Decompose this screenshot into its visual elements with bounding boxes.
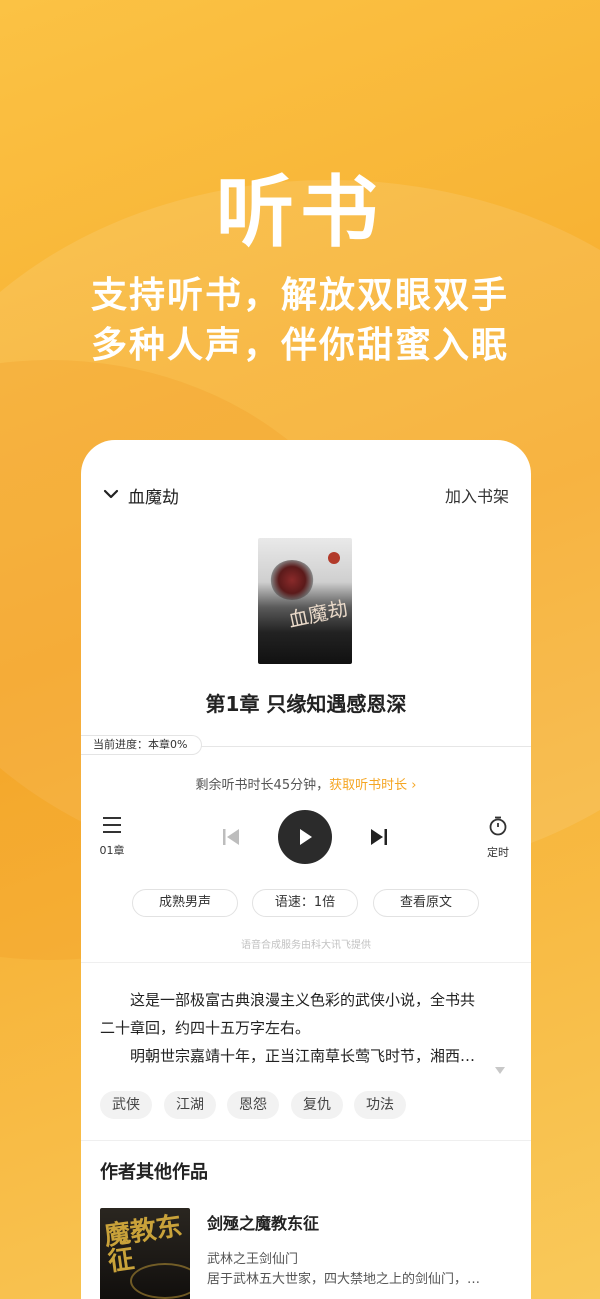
- cover-art: [130, 1263, 190, 1299]
- play-button[interactable]: [278, 810, 332, 864]
- work-item[interactable]: 魔教东征 剑殛之魔教东征 武林之王剑仙门 居于武林五大世家，四大禁地之上的剑仙门…: [100, 1208, 520, 1299]
- book-description[interactable]: 这是一部极富古典浪漫主义色彩的武侠小说，全书共 二十章回，约四十五万字左右。 明…: [100, 986, 510, 1070]
- work-title: 剑殛之魔教东征: [207, 1214, 320, 1233]
- cover-art: [328, 552, 340, 564]
- cover-art: [270, 560, 314, 600]
- hero-subtitle-line1: 支持听书，解放双眼双手: [90, 275, 509, 316]
- progress-bar: 当前进度：本章0%: [81, 735, 531, 757]
- work-description: 居于武林五大世家，四大禁地之上的剑仙门，…: [207, 1272, 481, 1287]
- playback-controls: 01章 定时: [81, 810, 531, 870]
- description-line: 二十章回，约四十五万字左右。: [100, 1019, 311, 1037]
- hero-title: 听书: [215, 168, 384, 258]
- voice-select-button[interactable]: 成熟男声: [132, 889, 238, 917]
- expand-triangle-icon[interactable]: [495, 1067, 505, 1075]
- chevron-down-icon[interactable]: [101, 484, 121, 504]
- remaining-time-text: 剩余听书时长45分钟，: [195, 778, 330, 793]
- view-original-button[interactable]: 查看原文: [373, 889, 479, 917]
- next-track-icon[interactable]: [369, 827, 389, 847]
- divider: [81, 1140, 531, 1141]
- tag[interactable]: 武侠: [100, 1091, 152, 1119]
- description-line: 这是一部极富古典浪漫主义色彩的武侠小说，全书共: [130, 991, 476, 1009]
- tts-credit: 语音合成服务由科大讯飞提供: [241, 940, 371, 951]
- chapter-title: 第1章 只缘知遇感恩深: [205, 692, 407, 716]
- player-card: 血魔劫 加入书架 血魔劫 第1章 只缘知遇感恩深 当前进度：本章0% 剩余听书时…: [81, 440, 531, 1299]
- cover-title: 血魔劫: [286, 596, 350, 632]
- add-to-shelf-button[interactable]: 加入书架: [445, 483, 509, 507]
- hero-subtitle-line2: 多种人声，伴你甜蜜入眠: [90, 325, 509, 366]
- player-options: 成熟男声 语速：1倍 查看原文: [81, 889, 531, 919]
- tag[interactable]: 功法: [354, 1091, 406, 1119]
- tag[interactable]: 复仇: [291, 1091, 343, 1119]
- speed-select-button[interactable]: 语速：1倍: [252, 889, 358, 917]
- tag[interactable]: 江湖: [164, 1091, 216, 1119]
- chapter-list-button[interactable]: 01章: [97, 816, 127, 858]
- book-cover: 血魔劫: [258, 538, 352, 664]
- work-cover: 魔教东征: [100, 1208, 190, 1299]
- timer-icon: [489, 816, 507, 836]
- description-line: 明朝世宗嘉靖十年，正当江南草长莺飞时节，湘西…: [130, 1047, 476, 1065]
- previous-track-icon[interactable]: [221, 827, 241, 847]
- list-icon: [103, 817, 121, 833]
- play-icon: [300, 829, 312, 845]
- divider: [81, 962, 531, 963]
- player-topbar: 血魔劫 加入书架: [81, 480, 531, 510]
- work-subtitle: 武林之王剑仙门: [207, 1252, 299, 1267]
- timer-button[interactable]: 定时: [483, 816, 513, 860]
- book-name: 血魔劫: [128, 488, 179, 508]
- chapter-list-label: 01章: [99, 844, 125, 857]
- other-works-title: 作者其他作品: [100, 1162, 208, 1183]
- remaining-time: 剩余听书时长45分钟，获取听书时长 ›: [81, 774, 531, 793]
- timer-label: 定时: [487, 846, 509, 859]
- tag[interactable]: 恩怨: [227, 1091, 279, 1119]
- progress-label: 当前进度：本章0%: [81, 735, 203, 755]
- get-time-link[interactable]: 获取听书时长 ›: [329, 778, 416, 793]
